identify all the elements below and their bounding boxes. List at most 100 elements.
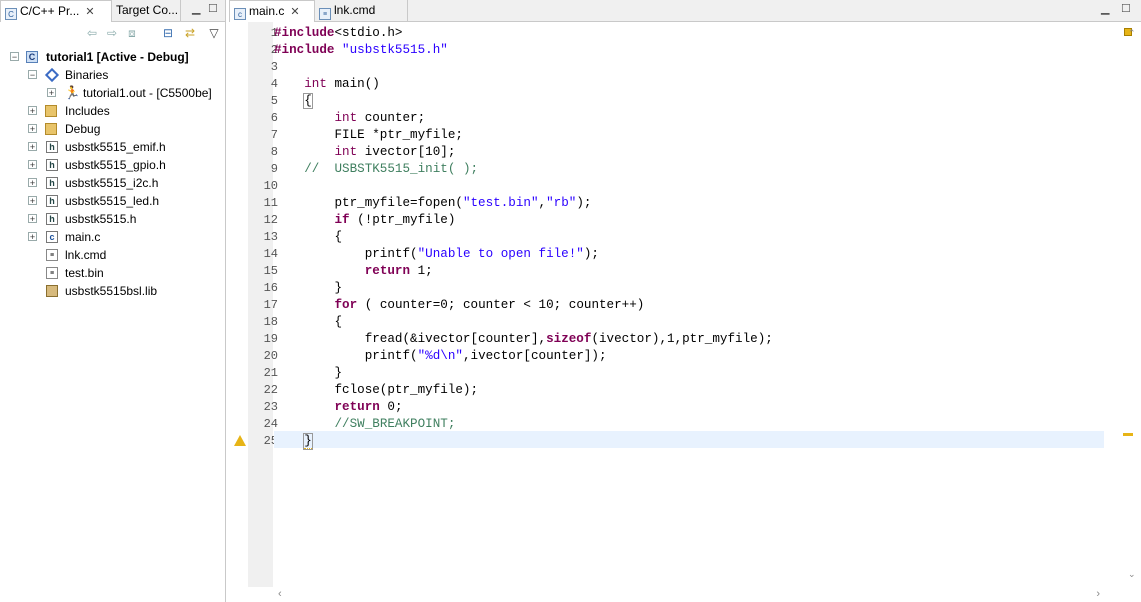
- link-with-editor-icon[interactable]: ⇄: [182, 26, 198, 40]
- tree-item-label: Debug: [65, 122, 101, 136]
- tree-item-label: usbstk5515_i2c.h: [65, 176, 159, 190]
- tree-item-usbstk5515-gpio-h[interactable]: + h usbstk5515_gpio.h: [0, 156, 225, 174]
- tree-item-label: test.bin: [65, 266, 104, 280]
- code-line-20: printf("%d\n",ivector[counter]);: [274, 349, 607, 363]
- lib-file-icon: [46, 285, 58, 297]
- scroll-down-icon[interactable]: ⌄: [1128, 569, 1136, 580]
- scroll-right-icon[interactable]: ›: [1096, 588, 1100, 600]
- back-icon[interactable]: ⇦: [84, 26, 100, 40]
- warning-icon[interactable]: [234, 435, 246, 446]
- project-icon: C: [26, 51, 38, 63]
- expand-icon[interactable]: +: [28, 214, 37, 224]
- explorer-toolbar: ⇦ ⇨ ⧈ ⊟ ⇄ ▽: [0, 22, 225, 46]
- code-area[interactable]: #include<stdio.h> #include "usbstk5515.h…: [274, 22, 1104, 587]
- horizontal-scrollbar[interactable]: ‹ ›: [274, 588, 1104, 602]
- tree-item-usbstk5515-i2c-h[interactable]: + h usbstk5515_i2c.h: [0, 174, 225, 192]
- tree-item-test-bin[interactable]: ≡ test.bin: [0, 264, 225, 282]
- project-explorer-icon: C: [5, 8, 17, 20]
- up-icon[interactable]: ⧈: [124, 26, 140, 40]
- tree-item-lnk-cmd[interactable]: ≡ lnk.cmd: [0, 246, 225, 264]
- tree-item-label: usbstk5515bsl.lib: [65, 284, 158, 298]
- code-line-6: int counter;: [334, 111, 426, 125]
- binaries-icon: [44, 67, 60, 83]
- tree-item-label: usbstk5515_gpio.h: [65, 158, 166, 172]
- includes-folder-icon: [45, 105, 57, 117]
- code-line-8: int ivector[10];: [334, 145, 456, 159]
- code-line-11: ptr_myfile=fopen("test.bin","rb");: [274, 196, 592, 210]
- tree-item-label: Binaries: [65, 68, 109, 82]
- tree-item-usbstk5515-led-h[interactable]: + h usbstk5515_led.h: [0, 192, 225, 210]
- minimize-icon[interactable]: ▁: [1101, 2, 1109, 15]
- tab-label: C/C++ Pr...: [20, 4, 80, 18]
- header-file-icon: h: [46, 177, 58, 189]
- line-number-ruler: 1 2 3 4 5 6 7 8 9 10 11 12 13 14 15 16 1…: [234, 22, 278, 587]
- c-file-icon: c: [46, 231, 58, 243]
- code-line-25: }: [303, 433, 313, 450]
- code-line-9: // USBSTK5515_init( );: [304, 162, 479, 176]
- tree-item-usbstk5515-emif-h[interactable]: + h usbstk5515_emif.h: [0, 138, 225, 156]
- expand-icon[interactable]: +: [28, 178, 37, 188]
- code-line-2: #include "usbstk5515.h": [274, 43, 448, 57]
- tab-target-configurations[interactable]: Target Co...: [112, 0, 181, 21]
- view-menu-icon[interactable]: ▽: [206, 26, 222, 40]
- forward-icon[interactable]: ⇨: [104, 26, 120, 40]
- code-line-16: }: [274, 281, 343, 295]
- code-line-4: int main(): [304, 77, 380, 91]
- header-file-icon: h: [46, 213, 58, 225]
- tree-item-binaries[interactable]: − Binaries: [0, 66, 225, 84]
- maximize-icon[interactable]: ☐: [208, 2, 218, 15]
- code-line-23: return 0;: [334, 400, 403, 414]
- editor-tab-bar: c main.c ✕ ≡ lnk.cmd ▁ ☐: [229, 0, 1141, 22]
- left-tab-bar: C C/C++ Pr... ✕ Target Co... ▁ ☐: [0, 0, 225, 22]
- expand-icon[interactable]: +: [28, 232, 37, 242]
- expand-icon[interactable]: +: [28, 160, 37, 170]
- tab-main-c[interactable]: c main.c ✕: [229, 0, 315, 22]
- code-line-13: {: [274, 230, 343, 244]
- scroll-left-icon[interactable]: ‹: [278, 588, 282, 600]
- expand-icon[interactable]: +: [28, 106, 37, 116]
- code-line-14: printf("Unable to open file!");: [274, 247, 599, 261]
- code-line-12: if (!ptr_myfile): [334, 213, 456, 227]
- code-line-21: }: [274, 366, 343, 380]
- tree-item-usbstk5515bsl-lib[interactable]: usbstk5515bsl.lib: [0, 282, 225, 300]
- close-icon[interactable]: ✕: [290, 2, 299, 22]
- tree-item-tutorial1-out[interactable]: + 🏃 tutorial1.out - [C5500be]: [0, 84, 225, 102]
- code-editor: c main.c ✕ ≡ lnk.cmd ▁ ☐ 1 2 3 4 5 6 7 8 9 …: [229, 0, 1141, 602]
- tree-item-tutorial1[interactable]: − C tutorial1 [Active - Debug]: [0, 48, 225, 66]
- collapse-icon[interactable]: −: [10, 52, 19, 62]
- expand-icon[interactable]: +: [28, 124, 37, 134]
- tab-project-explorer[interactable]: C C/C++ Pr... ✕: [0, 0, 112, 22]
- minimize-icon[interactable]: ▁: [192, 2, 200, 15]
- maximize-icon[interactable]: ☐: [1121, 2, 1131, 15]
- expand-icon[interactable]: +: [28, 196, 37, 206]
- code-line-5: {: [303, 93, 313, 109]
- vertical-scrollbar[interactable]: ⌃ ⌄: [1127, 24, 1139, 584]
- tree-item-label: lnk.cmd: [65, 248, 107, 262]
- tree-item-label: usbstk5515_emif.h: [65, 140, 166, 154]
- code-line-15: return 1;: [364, 264, 433, 278]
- tree-item-label: tutorial1.out - [C5500be]: [83, 86, 212, 100]
- collapse-icon[interactable]: −: [28, 70, 37, 80]
- tab-label: Target Co...: [116, 3, 179, 17]
- tree-item-label: tutorial1 [Active - Debug]: [46, 50, 189, 64]
- tree-item-label: Includes: [65, 104, 110, 118]
- tree-item-label: usbstk5515.h: [65, 212, 137, 226]
- collapse-all-icon[interactable]: ⊟: [160, 26, 176, 40]
- tree-item-includes[interactable]: + Includes: [0, 102, 225, 120]
- expand-icon[interactable]: +: [28, 142, 37, 152]
- scroll-up-icon[interactable]: ⌃: [1128, 28, 1136, 39]
- tree-item-debug[interactable]: + Debug: [0, 120, 225, 138]
- tree-item-usbstk5515-h[interactable]: + h usbstk5515.h: [0, 210, 225, 228]
- tree-item-main-c[interactable]: + c main.c: [0, 228, 225, 246]
- executable-icon: 🏃: [64, 85, 81, 100]
- close-icon[interactable]: ✕: [85, 2, 94, 22]
- folder-icon: [45, 123, 57, 135]
- header-file-icon: h: [46, 195, 58, 207]
- cmd-file-icon: ≡: [46, 249, 58, 261]
- tab-label: lnk.cmd: [334, 3, 376, 17]
- tree-item-label: usbstk5515_led.h: [65, 194, 160, 208]
- cmd-file-icon: ≡: [319, 8, 331, 20]
- tab-lnk-cmd[interactable]: ≡ lnk.cmd: [315, 0, 408, 21]
- header-file-icon: h: [46, 159, 58, 171]
- expand-icon[interactable]: +: [47, 88, 56, 98]
